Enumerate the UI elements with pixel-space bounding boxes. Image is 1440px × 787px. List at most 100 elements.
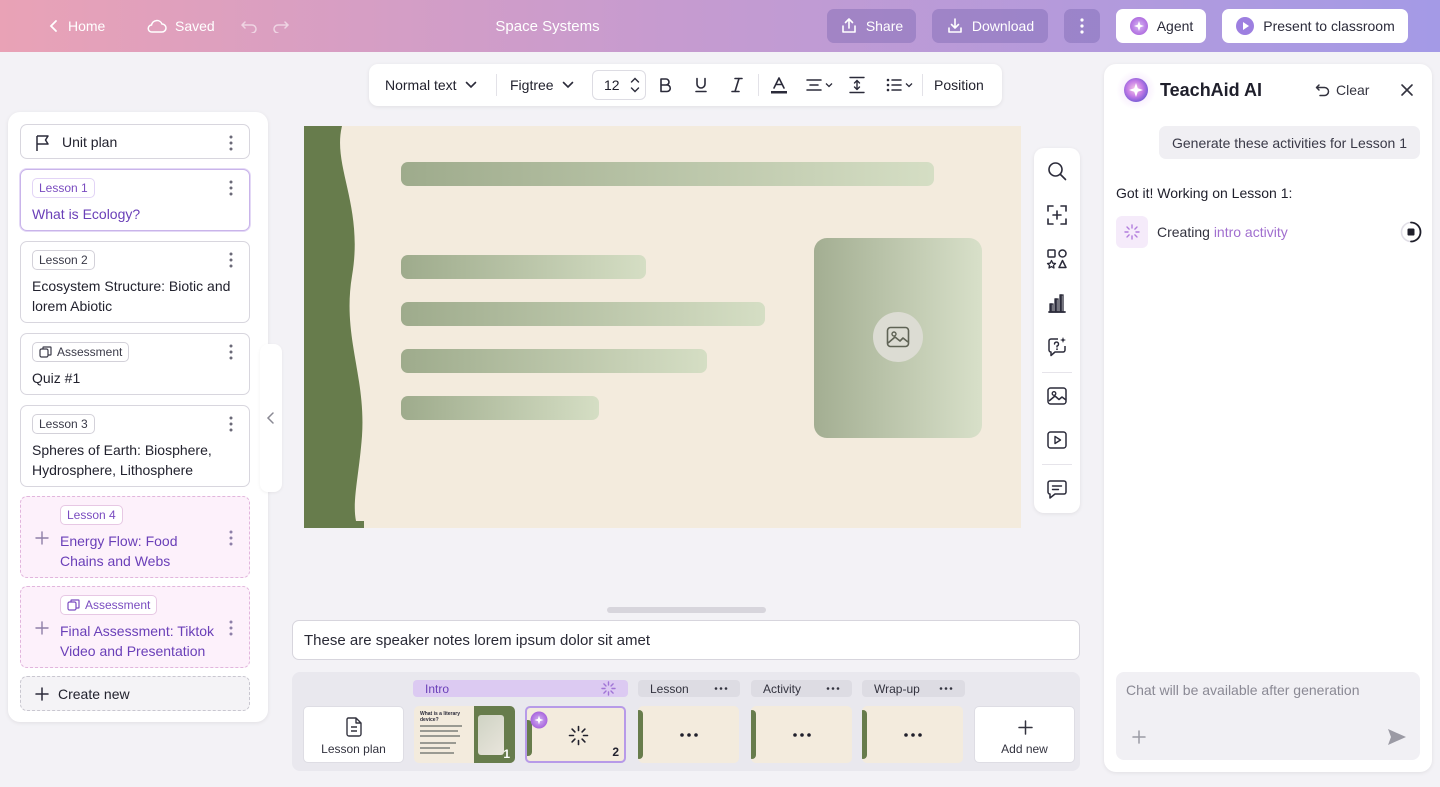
video-icon[interactable] [1046, 429, 1068, 451]
sparkle-icon [1129, 17, 1148, 35]
font-family-label: Figtree [510, 77, 554, 93]
sparkle-badge-icon [530, 711, 548, 729]
lesson-tag: Lesson 1 [32, 178, 95, 198]
unit-plan-item[interactable]: Unit plan [20, 124, 250, 159]
create-new-button[interactable]: Create new [20, 676, 250, 711]
format-toolbar: Normal text Figtree 12 Position [369, 64, 1002, 106]
section-label: Intro [425, 681, 450, 696]
collapse-sidebar-button[interactable] [260, 344, 282, 492]
section-tab-intro[interactable]: Intro [413, 680, 628, 697]
kebab-menu-icon[interactable] [223, 250, 239, 270]
slide-thumbnail-1[interactable]: What is a literary device? 1 [414, 706, 515, 763]
bold-button[interactable] [658, 64, 672, 106]
comment-icon[interactable] [1046, 478, 1068, 500]
kebab-menu-icon[interactable] [223, 133, 239, 153]
kebab-menu-icon[interactable] [223, 414, 239, 434]
chat-input[interactable]: Chat will be available after generation [1116, 672, 1420, 760]
add-new-label: Add new [1001, 742, 1048, 756]
plus-icon[interactable] [35, 621, 49, 635]
document-title[interactable]: Space Systems [0, 0, 1095, 52]
divider [922, 74, 923, 96]
sidebar-item-lesson-1[interactable]: Lesson 1 What is Ecology? [20, 169, 250, 231]
text-placeholder-line[interactable] [401, 255, 646, 279]
download-button[interactable]: Download [932, 9, 1048, 43]
section-tab-wrap-up[interactable]: Wrap-up [862, 680, 965, 697]
agent-button[interactable]: Agent [1116, 9, 1206, 43]
section-tab-activity[interactable]: Activity [751, 680, 852, 697]
list-dropdown[interactable] [886, 64, 913, 106]
line-spacing-button[interactable] [849, 64, 865, 106]
font-family-dropdown[interactable]: Figtree [510, 64, 574, 106]
underline-icon [695, 77, 707, 93]
thumb-text-lines [420, 725, 466, 755]
speaker-notes-field[interactable]: These are speaker notes lorem ipsum dolo… [292, 620, 1080, 660]
slide-thumbnail-placeholder[interactable] [862, 706, 963, 763]
share-button[interactable]: Share [827, 9, 916, 43]
more-horizontal-icon[interactable] [714, 680, 728, 697]
shapes-icon[interactable] [1046, 248, 1068, 270]
clear-label: Clear [1336, 82, 1370, 98]
divider [1042, 464, 1072, 465]
plus-icon[interactable] [1132, 730, 1146, 744]
slide-thumbnail-placeholder[interactable] [638, 706, 739, 763]
slide-decoration-shape [304, 126, 364, 528]
send-icon[interactable] [1387, 728, 1407, 746]
more-options-button[interactable] [1064, 9, 1100, 43]
ai-logo-icon [1124, 78, 1148, 102]
slide-thumbnail-placeholder[interactable] [751, 706, 852, 763]
play-icon [1236, 17, 1255, 35]
bar-chart-icon[interactable] [1046, 292, 1068, 314]
position-button[interactable]: Position [934, 64, 984, 106]
add-frame-icon[interactable] [1046, 204, 1068, 226]
slide-canvas[interactable] [304, 126, 1021, 528]
search-icon[interactable] [1046, 160, 1068, 182]
section-tab-lesson[interactable]: Lesson [638, 680, 740, 697]
loading-spinner-icon [568, 725, 589, 746]
slide-thumbnail-2[interactable]: 2 [525, 706, 626, 763]
notes-resize-handle[interactable] [607, 607, 766, 613]
plus-icon [35, 687, 49, 701]
generation-status-row: Creating intro activity [1116, 216, 1422, 248]
sidebar-item-lesson-3[interactable]: Lesson 3 Spheres of Earth: Biosphere, Hy… [20, 405, 250, 487]
clear-chat-button[interactable]: Clear [1315, 78, 1369, 102]
pending-dots [638, 706, 739, 763]
more-horizontal-icon[interactable] [826, 680, 840, 697]
close-icon[interactable] [1400, 83, 1414, 97]
status-prefix: Creating [1157, 224, 1214, 240]
stepper-arrows-icon[interactable] [630, 76, 640, 94]
text-color-button[interactable] [770, 64, 788, 106]
undo-icon [1315, 83, 1330, 96]
kebab-menu-icon [1080, 18, 1084, 34]
text-placeholder-line[interactable] [401, 396, 599, 420]
image-icon[interactable] [1046, 385, 1068, 407]
underline-button[interactable] [694, 64, 708, 106]
more-horizontal-icon[interactable] [939, 680, 953, 697]
sidebar-item-lesson-4[interactable]: Lesson 4 Energy Flow: Food Chains and We… [20, 496, 250, 578]
align-dropdown[interactable] [806, 64, 833, 106]
assessment-title-line1: Final Assessment: Tiktok [60, 623, 215, 639]
sidebar-item-quiz-1[interactable]: Assessment Quiz #1 [20, 333, 250, 395]
italic-button[interactable] [730, 64, 744, 106]
sidebar-item-lesson-2[interactable]: Lesson 2 Ecosystem Structure: Biotic and… [20, 241, 250, 323]
text-placeholder-line[interactable] [401, 302, 765, 326]
kebab-menu-icon[interactable] [223, 342, 239, 362]
text-placeholder-line[interactable] [401, 349, 707, 373]
font-size-stepper[interactable]: 12 [592, 70, 646, 100]
kebab-menu-icon[interactable] [223, 618, 239, 638]
kebab-menu-icon[interactable] [223, 178, 239, 198]
add-slide-button[interactable]: Add new [974, 706, 1075, 763]
share-icon [842, 18, 856, 33]
image-placeholder[interactable] [814, 238, 982, 438]
title-placeholder[interactable] [401, 162, 934, 186]
sidebar-item-final-assessment[interactable]: Assessment Final Assessment: Tiktok Vide… [20, 586, 250, 668]
tag-label: Assessment [57, 345, 123, 359]
plus-icon[interactable] [35, 531, 49, 545]
lesson-plan-thumbnail[interactable]: Lesson plan [303, 706, 404, 763]
stop-generation-icon[interactable] [1400, 221, 1422, 243]
ai-question-icon[interactable] [1046, 336, 1068, 358]
speaker-notes-text: These are speaker notes lorem ipsum dolo… [304, 631, 650, 649]
kebab-menu-icon[interactable] [223, 528, 239, 548]
slide-number: 2 [612, 745, 619, 759]
text-style-dropdown[interactable]: Normal text [385, 64, 477, 106]
present-button[interactable]: Present to classroom [1222, 9, 1408, 43]
